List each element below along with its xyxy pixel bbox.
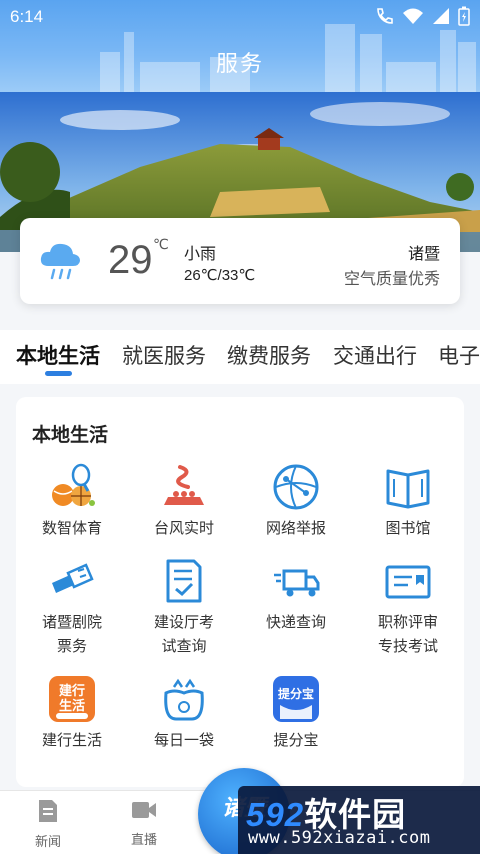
active-tab-indicator bbox=[45, 371, 72, 376]
nav-label: 新闻 bbox=[34, 834, 61, 849]
service-express-query[interactable]: 快递查询 bbox=[240, 557, 352, 635]
weather-condition: 小雨 bbox=[184, 246, 217, 263]
svg-text:建行: 建行 bbox=[59, 683, 85, 699]
weather-card[interactable]: 29 ℃ 小雨 26℃/33℃ 诸暨 空气质量优秀 bbox=[20, 218, 460, 304]
section-title: 本地生活 bbox=[32, 425, 109, 446]
tickets-icon bbox=[52, 563, 94, 593]
service-tifenbao[interactable]: 提分宝 提分宝 bbox=[240, 675, 352, 753]
service-ccb-life[interactable]: 建行 生活 建行生活 bbox=[16, 675, 128, 753]
typhoon-icon bbox=[164, 465, 204, 505]
service-label: 建行生活 bbox=[41, 732, 102, 749]
service-label: 每日一袋 bbox=[153, 732, 214, 749]
garbage-bags-icon bbox=[164, 678, 204, 721]
id-card-icon bbox=[385, 565, 431, 599]
header: 6:14 服务 bbox=[0, 0, 480, 92]
signal-icon bbox=[433, 8, 449, 24]
sports-balls-icon bbox=[52, 463, 95, 506]
service-typhoon[interactable]: 台风实时 bbox=[128, 463, 240, 541]
watermark: 592软件园 www.592xiazai.com bbox=[238, 786, 480, 854]
news-document-icon bbox=[39, 800, 57, 822]
exam-document-icon bbox=[166, 559, 202, 603]
temperature-range: 26℃/33℃ bbox=[184, 267, 256, 284]
service-label: 数智体育 bbox=[41, 520, 102, 537]
open-book-icon bbox=[386, 469, 430, 509]
status-bar: 6:14 bbox=[0, 0, 480, 32]
service-label: 网络举报 bbox=[265, 520, 326, 537]
service-label: 建设厅考 试查询 bbox=[153, 614, 214, 655]
svg-text:生活: 生活 bbox=[59, 698, 85, 714]
tab-local-life[interactable]: 本地生活 bbox=[16, 340, 100, 370]
service-label: 图书馆 bbox=[385, 520, 431, 537]
category-tabs: 本地生活 就医服务 缴费服务 交通出行 电子 bbox=[0, 330, 480, 384]
video-camera-icon bbox=[132, 802, 156, 818]
service-title-evaluation[interactable]: 职称评审 专技考试 bbox=[352, 557, 464, 659]
service-online-report[interactable]: 网络举报 bbox=[240, 463, 352, 541]
network-globe-icon bbox=[273, 464, 319, 510]
status-icons bbox=[374, 6, 470, 26]
city-name: 诸暨 bbox=[407, 246, 440, 263]
service-label: 快递查询 bbox=[265, 614, 326, 631]
tab-electronic[interactable]: 电子 bbox=[438, 340, 480, 370]
service-theater-tickets[interactable]: 诸暨剧院 票务 bbox=[16, 557, 128, 659]
tab-transport[interactable]: 交通出行 bbox=[333, 340, 417, 370]
tifenbao-app-icon: 提分宝 bbox=[273, 676, 319, 722]
watermark-url: www.592xiazai.com bbox=[248, 828, 431, 848]
service-library[interactable]: 图书馆 bbox=[352, 463, 464, 541]
page-title: 服务 bbox=[215, 51, 264, 76]
temperature-unit: ℃ bbox=[153, 236, 169, 252]
air-quality: 空气质量优秀 bbox=[343, 271, 440, 288]
current-temperature: 29 bbox=[108, 238, 153, 282]
wifi-icon bbox=[403, 8, 423, 24]
local-life-section: 本地生活 数智体育 台风实时 网络举报 图书馆 诸暨剧院 票务 建设厅考 试查询… bbox=[16, 397, 464, 787]
status-time: 6:14 bbox=[10, 7, 44, 26]
call-wifi-icon bbox=[377, 8, 393, 24]
service-label: 提分宝 bbox=[273, 732, 319, 749]
tab-medical[interactable]: 就医服务 bbox=[122, 340, 206, 370]
service-exam-query[interactable]: 建设厅考 试查询 bbox=[128, 557, 240, 659]
service-label: 职称评审 专技考试 bbox=[377, 614, 438, 655]
nav-label: 直播 bbox=[130, 832, 157, 847]
delivery-truck-icon bbox=[274, 569, 320, 597]
ccb-life-app-icon: 建行 生活 bbox=[49, 676, 95, 722]
app-screen: 6:14 服务 29 ℃ 小雨 26℃/33℃ 诸暨 空气质量优秀 本地生活 就… bbox=[0, 0, 480, 854]
service-daily-bag[interactable]: 每日一袋 bbox=[128, 675, 240, 753]
battery-icon bbox=[458, 6, 470, 26]
service-label: 诸暨剧院 票务 bbox=[41, 614, 102, 655]
tab-payment[interactable]: 缴费服务 bbox=[227, 340, 311, 370]
svg-text:提分宝: 提分宝 bbox=[278, 686, 314, 701]
service-label: 台风实时 bbox=[153, 520, 214, 537]
service-sports[interactable]: 数智体育 bbox=[16, 463, 128, 541]
rain-cloud-icon bbox=[40, 243, 80, 280]
nav-news[interactable]: 新闻 bbox=[18, 799, 78, 850]
nav-live[interactable]: 直播 bbox=[114, 799, 174, 848]
